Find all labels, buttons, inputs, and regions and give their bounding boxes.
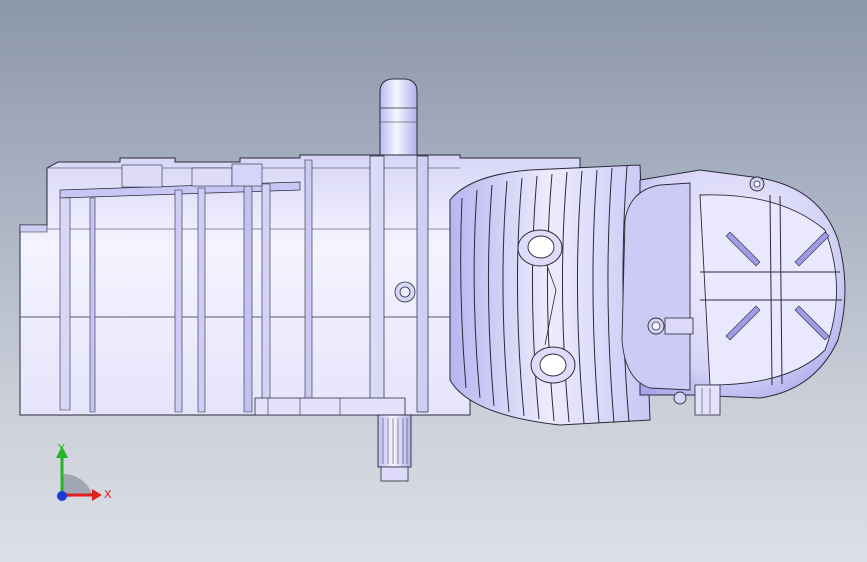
coordinate-triad: Y X (56, 442, 112, 501)
y-axis-label: Y (57, 442, 65, 455)
cylinder-head-cover (621, 169, 846, 416)
lower-port (530, 346, 576, 384)
cad-graphics-viewport[interactable]: Y X (0, 0, 867, 562)
upper-shaft (379, 78, 418, 157)
finned-cylinder (449, 164, 651, 426)
lower-splined-shaft (377, 414, 412, 482)
x-axis-label: X (104, 488, 112, 501)
upper-port (517, 229, 563, 267)
engine-assembly-model[interactable] (0, 0, 867, 562)
z-axis-dot (57, 491, 67, 501)
